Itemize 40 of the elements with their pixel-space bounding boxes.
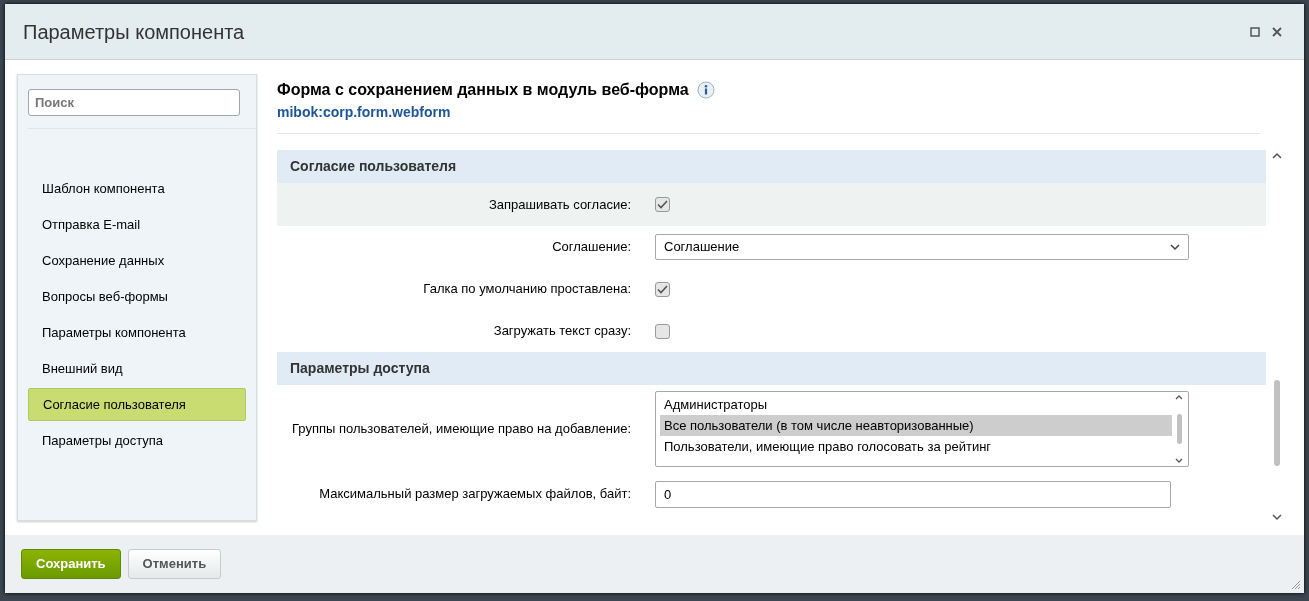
checkbox[interactable] [655,323,670,339]
info-icon[interactable] [696,81,715,99]
list-option[interactable]: Все пользователи (в том числе неавторизованные) [660,415,1172,436]
field-label: Загружать текст сразу: [492,322,632,341]
text-field[interactable]: 0 [655,480,1171,508]
field-label: Группы пользователей, имеющие право на добавление: [291,420,632,439]
field-label: Запрашивать согласие: [487,195,632,214]
list-option[interactable]: Администраторы [660,394,1172,415]
scrollbar-thumb[interactable] [1274,380,1280,466]
scroll-down-icon[interactable] [1175,458,1183,464]
sidebar-item[interactable]: Согласие пользователя [28,388,246,421]
sidebar-item[interactable]: Вопросы веб-формы [28,280,246,313]
scroll-down-icon[interactable] [1272,513,1282,521]
scrollbar-thumb[interactable] [1176,414,1182,444]
section-header: Согласие пользователя [277,150,1266,183]
sidebar-item[interactable]: Отправка E-mail [28,208,246,241]
square-icon [1250,26,1260,37]
resize-grip-icon[interactable] [1291,580,1301,590]
dropdown[interactable]: Соглашение [655,234,1189,260]
list-option[interactable]: Пользователи, имеющие право голосовать за рейтинг [660,436,1172,457]
component-title: Форма с сохранением данных в модуль веб-форма [277,80,689,100]
section-header: Параметры доступа [277,352,1266,385]
search-field[interactable]: Поиск [28,89,240,116]
sidebar-item[interactable]: Параметры компонента [28,316,246,349]
checkbox[interactable] [655,197,670,212]
sidebar-item[interactable]: Шаблон компонента [28,172,246,205]
close-icon [1272,26,1282,37]
sidebar-item[interactable]: Сохранение данных [28,244,246,277]
sidebar-item[interactable]: Параметры доступа [28,424,246,457]
cancel-button[interactable]: Отменить [127,549,222,579]
sidebar-item[interactable]: Внешний вид [28,352,246,385]
field-label: Соглашение: [551,238,632,257]
field-label: Максимальный размер загружаемых файлов, байт: [318,485,632,504]
window-title: Параметры компонента [23,19,246,45]
field-label: Галка по умолчанию проставлена: [422,280,632,299]
checkbox[interactable] [655,281,670,297]
component-code: mibok:corp.form.webform [277,103,452,122]
scroll-up-icon[interactable] [1272,152,1282,160]
chevron-down-icon [1170,243,1180,251]
scroll-up-icon[interactable] [1175,394,1183,400]
